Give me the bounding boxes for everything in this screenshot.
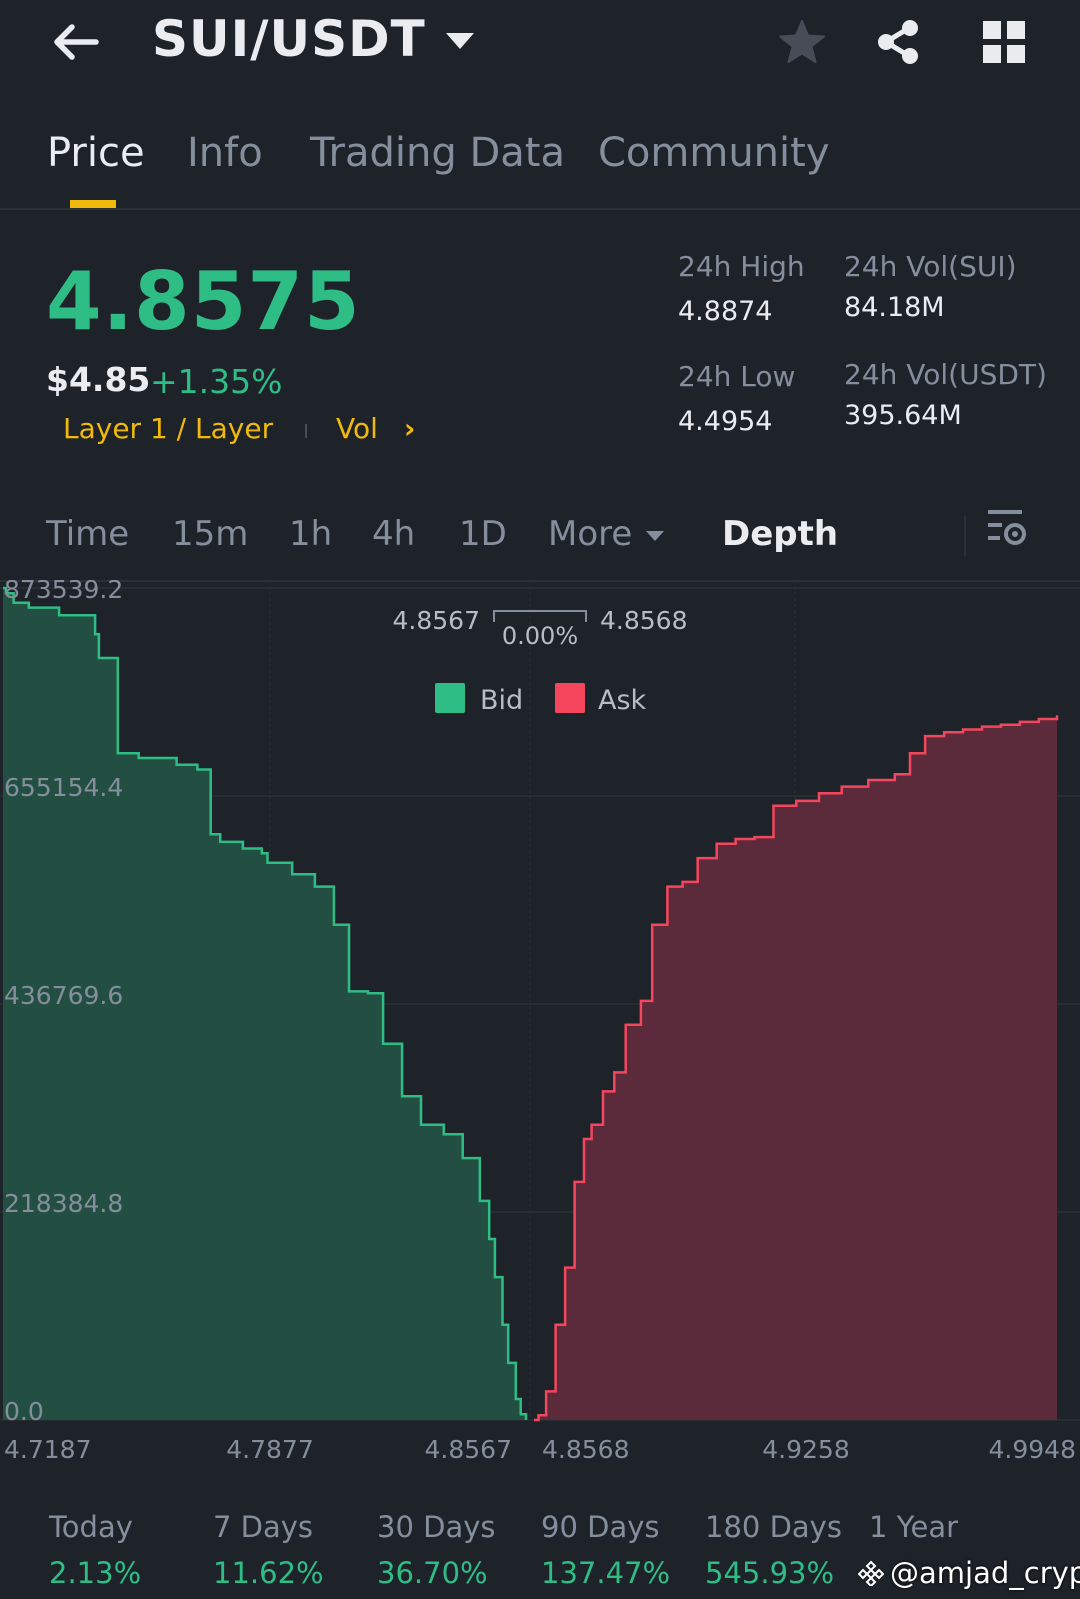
tf-15m[interactable]: 15m [172, 514, 248, 554]
x-tick-label: 4.8567 [425, 1435, 512, 1464]
legend-bid-label: Bid [480, 685, 523, 716]
caret-down-icon [646, 530, 665, 541]
back-button[interactable] [46, 14, 106, 70]
y-tick-label: 436769.6 [4, 981, 123, 1010]
watermark-text: @amjad_crypto [890, 1556, 1080, 1590]
perf-label: Today [49, 1510, 133, 1544]
vol-label: Vol [336, 412, 378, 445]
perf-value: 11.62% [213, 1556, 324, 1590]
chart-settings-button[interactable] [986, 506, 1030, 550]
tf-time[interactable]: Time [46, 514, 129, 554]
x-tick-label: 4.7187 [4, 1435, 91, 1464]
spread-value: 0.00% [502, 622, 578, 650]
tab-price[interactable]: Price [47, 130, 145, 176]
chart-legend: Bid Ask [435, 683, 647, 716]
pair-selector[interactable]: SUI/USDT [152, 10, 474, 68]
tab-info[interactable]: Info [187, 130, 263, 176]
vol-usdt-value: 395.64M [844, 400, 962, 431]
ask-area [534, 715, 1057, 1420]
depth-chart[interactable]: 873539.2 655154.4 436769.6 218384.8 0.0 4.71… [0, 580, 1080, 1495]
tab-community[interactable]: Community [598, 130, 830, 176]
x-tick-label: 4.8568 [542, 1435, 629, 1464]
y-tick-label: 655154.4 [4, 773, 123, 802]
y-tick-label: 218384.8 [4, 1189, 123, 1218]
price-change: +1.35% [150, 362, 283, 401]
vol-link[interactable]: Vol › [336, 412, 415, 445]
perf-value: 137.47% [541, 1556, 671, 1590]
vol-sui-value: 84.18M [844, 292, 945, 323]
low-label: 24h Low [678, 360, 796, 393]
binance-logo-icon [858, 1560, 884, 1586]
toolbar-divider [964, 516, 966, 556]
watermark: @amjad_crypto [858, 1556, 1080, 1590]
perf-label: 180 Days [705, 1510, 842, 1544]
chart-settings-icon [988, 510, 1026, 545]
perf-label: 90 Days [541, 1510, 660, 1544]
last-price: 4.8575 [46, 255, 361, 348]
x-tick-label: 4.9258 [762, 1435, 849, 1464]
star-icon [779, 20, 825, 63]
favorite-button[interactable] [772, 12, 832, 72]
legend-bid-swatch [435, 683, 465, 713]
legend-ask-swatch [555, 683, 585, 713]
top-bar: SUI/USDT [0, 0, 1080, 90]
tag-divider [305, 424, 307, 438]
tf-1h[interactable]: 1h [289, 514, 332, 554]
y-tick-label: 0.0 [4, 1397, 44, 1426]
section-tabs: Price Info Trading Data Community [0, 120, 1080, 210]
pair-title: SUI/USDT [152, 10, 426, 68]
x-tick-label: 4.9948 [989, 1435, 1076, 1464]
layout-button[interactable] [974, 12, 1034, 72]
category-tag[interactable]: Layer 1 / Layer [63, 412, 273, 445]
share-button[interactable] [868, 12, 928, 72]
legend-ask-label: Ask [598, 685, 647, 716]
tf-more-label: More [548, 514, 633, 554]
usd-price: $4.85 [46, 360, 151, 399]
tf-more[interactable]: More [548, 514, 665, 554]
share-icon [878, 20, 918, 64]
tab-trading-data[interactable]: Trading Data [310, 130, 565, 176]
x-tick-label: 4.7877 [226, 1435, 313, 1464]
best-bid-label: 4.8567 [393, 606, 480, 635]
spread-bracket [493, 610, 587, 622]
perf-label: 7 Days [213, 1510, 314, 1544]
timeframe-bar: Time 15m 1h 4h 1D More Depth [0, 500, 1080, 582]
tf-1d[interactable]: 1D [459, 514, 507, 554]
tf-4h[interactable]: 4h [372, 514, 415, 554]
perf-value: 36.70% [377, 1556, 488, 1590]
active-tab-indicator [70, 200, 116, 208]
low-value: 4.4954 [678, 406, 773, 437]
high-label: 24h High [678, 250, 805, 283]
best-ask-label: 4.8568 [600, 606, 687, 635]
perf-value: 545.93% [705, 1556, 835, 1590]
vol-usdt-label: 24h Vol(USDT) [844, 358, 1047, 391]
chevron-down-icon [445, 33, 474, 49]
vol-sui-label: 24h Vol(SUI) [844, 250, 1017, 283]
high-value: 4.8874 [678, 296, 773, 327]
perf-label: 1 Year [869, 1510, 959, 1544]
chevron-right-icon: › [403, 412, 416, 445]
tf-depth[interactable]: Depth [722, 514, 838, 554]
grid-icon [983, 21, 1025, 63]
perf-value: 2.13% [49, 1556, 142, 1590]
back-arrow-icon [54, 24, 99, 60]
spread-indicator: 4.8567 0.00% 4.8568 [393, 606, 688, 650]
y-tick-label: 873539.2 [4, 580, 123, 604]
perf-label: 30 Days [377, 1510, 496, 1544]
